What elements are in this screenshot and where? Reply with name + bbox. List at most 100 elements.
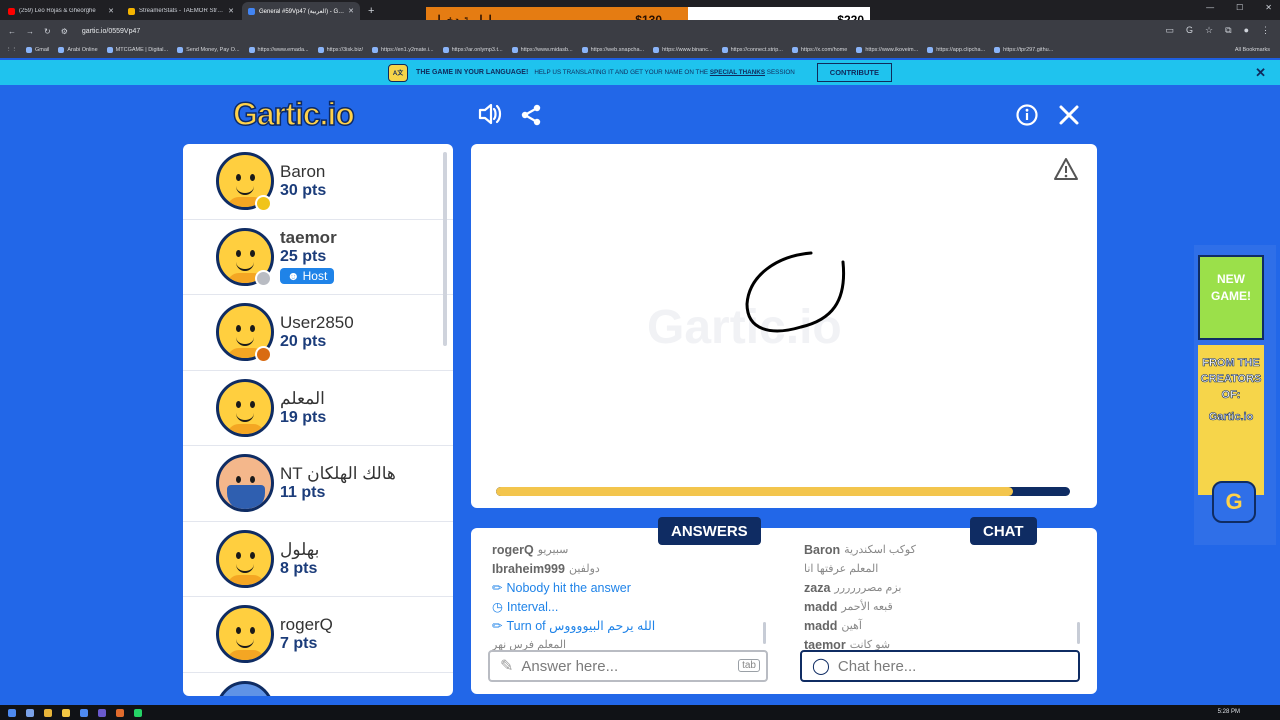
list-item: rogerQ سبيريو bbox=[492, 542, 569, 557]
ad-creators: FROM THE CREATORS OF: Gartic.io bbox=[1198, 345, 1264, 495]
forward-icon[interactable]: → bbox=[26, 27, 34, 36]
bookmark-icon bbox=[581, 47, 588, 53]
reload-icon[interactable]: ↻ bbox=[44, 27, 51, 36]
banner-help: HELP US TRANSLATING IT AND GET YOUR NAME… bbox=[534, 69, 795, 76]
chat-field[interactable]: ◯ bbox=[800, 650, 1080, 682]
info-icon[interactable] bbox=[1016, 104, 1038, 132]
bookmark[interactable]: https://tpr297.githu... bbox=[994, 47, 1053, 53]
player-name: User2850 bbox=[280, 313, 354, 333]
chat-input[interactable] bbox=[837, 657, 1038, 675]
drawing-canvas[interactable]: Gartic.io bbox=[471, 144, 1097, 508]
app-icon[interactable] bbox=[80, 708, 88, 717]
answer-input[interactable] bbox=[521, 657, 722, 675]
app-icon[interactable] bbox=[98, 708, 106, 717]
chat-scrollbar[interactable] bbox=[1077, 622, 1080, 644]
player-row[interactable]: User2850 20 pts bbox=[183, 295, 453, 371]
site-info-icon[interactable]: ⚙ bbox=[61, 27, 68, 36]
bookmark[interactable]: https://app.clipcha... bbox=[927, 47, 985, 53]
explorer-icon[interactable] bbox=[62, 708, 70, 717]
menu-icon[interactable]: ⋮ bbox=[1261, 25, 1270, 36]
bookmark[interactable]: Gmail bbox=[26, 47, 49, 53]
player-row[interactable]: rogerQ 7 pts bbox=[183, 597, 453, 673]
window-controls: — ☐ ✕ bbox=[1206, 3, 1272, 12]
bookmark[interactable]: https://www.ikoveim... bbox=[856, 47, 918, 53]
close-banner-icon[interactable]: ✕ bbox=[1255, 65, 1266, 81]
contribute-button[interactable]: CONTRIBUTE bbox=[816, 63, 892, 82]
bookmark[interactable]: Arabi Online bbox=[58, 47, 98, 53]
tab-key-hint: tab bbox=[738, 659, 760, 672]
rank-badge-icon bbox=[255, 194, 272, 212]
bookmark-icon bbox=[511, 47, 518, 53]
extensions-icon[interactable]: ⧉ bbox=[1225, 25, 1231, 36]
player-row[interactable]: المعلم 19 pts bbox=[183, 371, 453, 446]
url-field[interactable]: gartic.io/0559Vp47 bbox=[82, 28, 140, 35]
browser-tab-active[interactable]: General #59Vp47 (العربية) - Gartic ✕ bbox=[242, 2, 360, 20]
pencil-icon: ✎ bbox=[500, 658, 514, 675]
bookmark[interactable]: Send Money, Pay O... bbox=[177, 47, 240, 53]
browser-tab[interactable]: StreamerStats - TAEMOR Stream ✕ bbox=[122, 2, 240, 20]
cast-icon[interactable]: ▭ bbox=[1166, 25, 1175, 36]
translation-banner: A文 THE GAME IN YOUR LANGUAGE! HELP US TR… bbox=[0, 60, 1280, 85]
sound-icon[interactable] bbox=[478, 103, 502, 131]
bookmark[interactable]: https://web.snapcha... bbox=[581, 47, 644, 53]
player-points: 7 pts bbox=[280, 635, 318, 653]
report-warning-icon[interactable] bbox=[1053, 157, 1079, 186]
host-badge: ☻ Host bbox=[280, 268, 335, 285]
list-item: Ibraheim999 دولفين bbox=[492, 561, 600, 576]
minimize-icon[interactable]: — bbox=[1206, 3, 1214, 12]
search-icon[interactable] bbox=[26, 708, 34, 717]
answers-scrollbar[interactable] bbox=[763, 622, 766, 644]
chrome-icon[interactable] bbox=[44, 708, 52, 717]
bookmark[interactable]: https://en1.y2mate.i... bbox=[371, 47, 434, 53]
rank-badge-icon bbox=[255, 270, 272, 287]
bookmark[interactable]: https://x.com/home bbox=[791, 47, 847, 53]
bookmark-icon bbox=[442, 47, 449, 53]
answer-field[interactable]: ✎ tab bbox=[488, 650, 768, 682]
exit-icon[interactable] bbox=[1058, 104, 1080, 132]
player-points: 25 pts bbox=[280, 248, 327, 266]
translate-icon[interactable]: G bbox=[1186, 25, 1193, 36]
side-ad[interactable]: NEW GAME! FROM THE CREATORS OF: Gartic.i… bbox=[1194, 245, 1276, 545]
youtube-favicon-icon bbox=[8, 7, 15, 15]
share-icon[interactable] bbox=[520, 104, 542, 132]
whatsapp-icon[interactable] bbox=[134, 708, 142, 717]
list-item: taemor شو كانت bbox=[804, 637, 891, 651]
new-tab-button[interactable]: + bbox=[368, 5, 374, 17]
maximize-icon[interactable]: ☐ bbox=[1236, 3, 1243, 12]
player-points: 11 pts bbox=[280, 484, 326, 502]
player-row[interactable] bbox=[183, 673, 453, 696]
profile-icon[interactable]: ● bbox=[1244, 25, 1249, 36]
bookmark[interactable]: https://3isk.biz/ bbox=[317, 47, 363, 53]
pencil-icon: ✏ bbox=[492, 581, 503, 595]
list-item: Baron كوكب اسكندرية bbox=[804, 542, 916, 557]
streamerstats-favicon-icon bbox=[128, 7, 135, 15]
close-window-icon[interactable]: ✕ bbox=[1265, 3, 1272, 12]
bookmark[interactable]: MTCGAME | Digital... bbox=[106, 47, 168, 53]
start-icon[interactable] bbox=[8, 708, 16, 717]
player-row[interactable]: NT هالك الهلكان 11 pts bbox=[183, 446, 453, 522]
bookmark[interactable]: https://www.midasb... bbox=[511, 47, 573, 53]
bookmark[interactable]: https://www.binanc... bbox=[653, 47, 713, 53]
player-row[interactable]: بهلول 8 pts bbox=[183, 522, 453, 597]
browser-tab[interactable]: (259) Leo Rojas & Gheorghe ✕ bbox=[2, 2, 120, 20]
player-row[interactable]: Baron 30 pts bbox=[183, 144, 453, 220]
close-tab-icon[interactable]: ✕ bbox=[228, 7, 234, 15]
bookmark-star-icon[interactable]: ☆ bbox=[1205, 25, 1213, 36]
all-bookmarks[interactable]: All Bookmarks bbox=[1235, 47, 1270, 53]
player-row[interactable]: taemor 25 pts ☻ Host bbox=[183, 220, 453, 295]
app-icon[interactable] bbox=[116, 708, 124, 717]
address-bar: ← → ↻ ⚙ gartic.io/0559Vp47 ▭ G ☆ ⧉ ● ⋮ bbox=[0, 20, 1280, 42]
bookmark-icon bbox=[371, 47, 378, 53]
bookmark[interactable]: https://www.emada... bbox=[248, 47, 309, 53]
apps-icon[interactable]: ⋮⋮ bbox=[6, 47, 17, 53]
player-name: بهلول bbox=[280, 539, 320, 559]
back-icon[interactable]: ← bbox=[8, 27, 16, 36]
close-tab-icon[interactable]: ✕ bbox=[348, 7, 354, 15]
player-list-scrollbar[interactable] bbox=[443, 152, 447, 346]
chat-log: Baron كوكب اسكندرية المعلم عرفتها انا zaz… bbox=[804, 540, 1084, 651]
close-tab-icon[interactable]: ✕ bbox=[108, 7, 114, 15]
bookmark[interactable]: https://connect.strip... bbox=[721, 47, 783, 53]
answers-chat-panel: ANSWERS CHAT rogerQ سبيريو Ibraheim999 دول… bbox=[471, 517, 1097, 694]
bookmark-icon bbox=[106, 47, 113, 53]
bookmark[interactable]: https://ar.onlymp3.t... bbox=[442, 47, 503, 53]
